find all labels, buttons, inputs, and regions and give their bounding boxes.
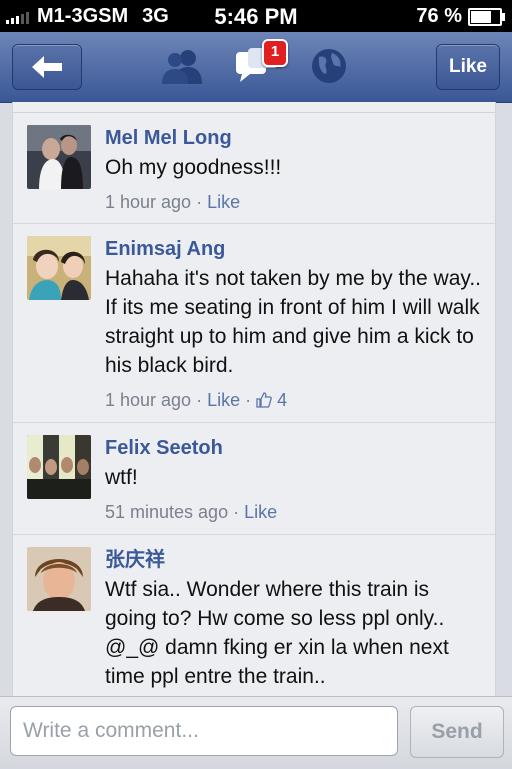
- commenter-name[interactable]: Felix Seetoh: [105, 435, 483, 461]
- meta-separator: ·: [228, 502, 245, 522]
- thumbs-up-icon: [256, 392, 272, 408]
- like-button[interactable]: Like: [436, 44, 500, 90]
- back-arrow-icon: [32, 56, 62, 78]
- battery-level-fill: [471, 10, 491, 23]
- comment-item: Enimsaj Ang Hahaha it's not taken by me …: [13, 224, 495, 423]
- comment-item: Felix Seetoh wtf! 51 minutes ago · Like: [13, 423, 495, 535]
- notification-badge: 1: [262, 39, 288, 67]
- status-bar: M1-3GSM 3G 5:46 PM 76 %: [0, 0, 512, 32]
- comment-item: 张庆祥 Wtf sia.. Wonder where this train is…: [13, 535, 495, 696]
- comment-time: 1 hour ago: [105, 192, 192, 212]
- comment-text: Oh my goodness!!!: [105, 156, 282, 179]
- comment-composer: Write a comment... Send: [0, 696, 512, 769]
- globe-icon[interactable]: [310, 47, 348, 90]
- comment-like-link[interactable]: Like: [207, 390, 240, 410]
- comment-text: wtf!: [105, 466, 138, 489]
- commenter-name[interactable]: Enimsaj Ang: [105, 236, 483, 262]
- like-count[interactable]: 4: [256, 390, 287, 410]
- comment-meta: 1 hour ago · Like · 4: [105, 388, 483, 412]
- avatar[interactable]: [27, 547, 91, 611]
- comment-item: Mel Mel Long Oh my goodness!!! 1 hour ag…: [13, 113, 495, 224]
- comment-meta: 51 minutes ago · Like: [105, 500, 483, 524]
- send-button[interactable]: Send: [410, 706, 504, 758]
- meta-separator: ·: [240, 390, 257, 410]
- comment-input[interactable]: Write a comment...: [10, 706, 398, 756]
- comment-meta: 1 hour ago · Like: [105, 190, 483, 214]
- battery-percent: 76 %: [416, 5, 462, 27]
- back-button[interactable]: [12, 44, 82, 90]
- comment-list[interactable]: Mel Mel Long Oh my goodness!!! 1 hour ag…: [12, 102, 496, 696]
- meta-separator: ·: [191, 192, 208, 212]
- avatar[interactable]: [27, 435, 91, 499]
- battery-icon: [468, 7, 505, 26]
- like-count-value: 4: [277, 390, 288, 410]
- commenter-name[interactable]: Mel Mel Long: [105, 125, 483, 151]
- comment-time: 51 minutes ago: [105, 502, 229, 522]
- comment-like-link[interactable]: Like: [244, 502, 277, 522]
- friends-icon[interactable]: [158, 48, 206, 91]
- status-right: 76 %: [416, 5, 505, 28]
- list-top-edge: [13, 102, 495, 113]
- avatar[interactable]: [27, 125, 91, 189]
- avatar[interactable]: [27, 236, 91, 300]
- commenter-name[interactable]: 张庆祥: [105, 547, 483, 573]
- comment-like-link[interactable]: Like: [207, 192, 240, 212]
- meta-separator: ·: [191, 390, 208, 410]
- comment-text: Wtf sia.. Wonder where this train is goi…: [105, 578, 449, 688]
- comment-text: Hahaha it's not taken by me by the way..…: [105, 267, 481, 377]
- comment-time: 1 hour ago: [105, 390, 192, 410]
- nav-bar: 1 Like: [0, 32, 512, 103]
